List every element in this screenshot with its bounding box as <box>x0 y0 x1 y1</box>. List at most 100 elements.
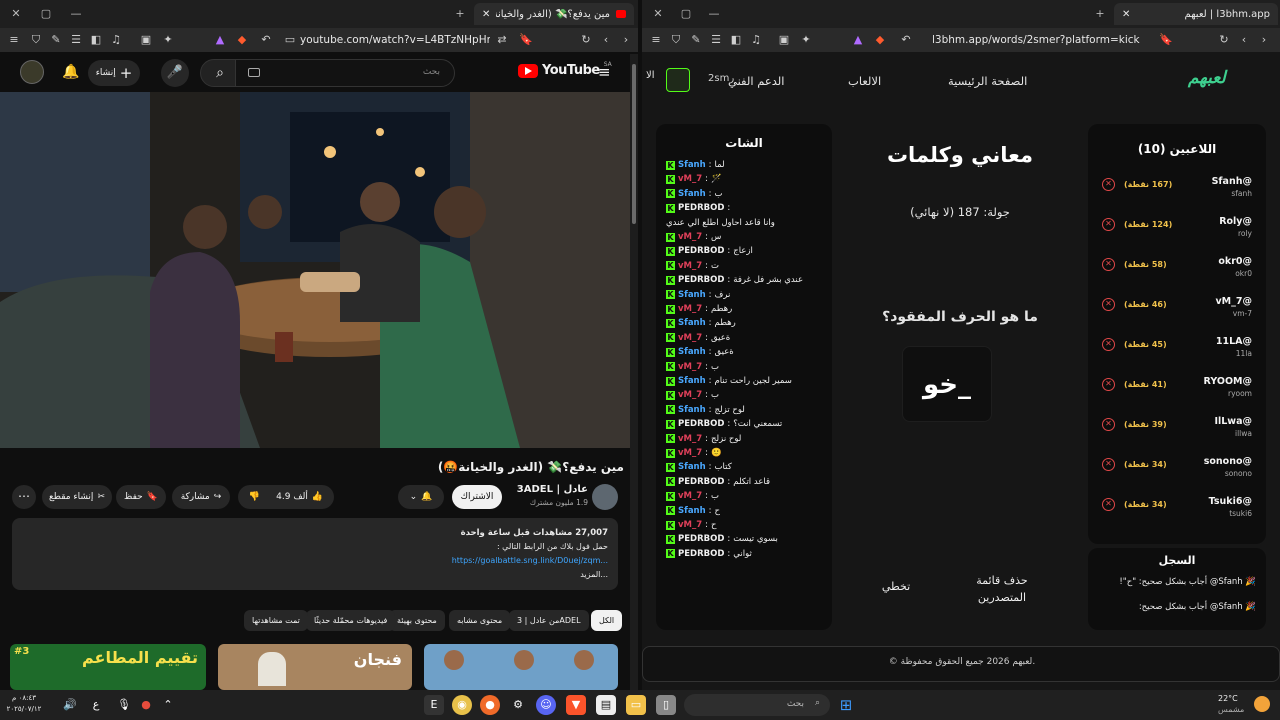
shield-icon[interactable]: ⛉ <box>28 32 44 48</box>
notepad-icon[interactable]: ▤ <box>596 695 616 715</box>
remove-player-icon[interactable]: ✕ <box>1102 298 1115 311</box>
thumbnail-finjan[interactable]: فنجان <box>218 644 412 690</box>
scrollbar-thumb[interactable] <box>632 64 636 224</box>
chevron-up-icon[interactable]: ⌃ <box>158 695 178 715</box>
share-link-icon[interactable]: ⇄ <box>494 32 510 48</box>
chip-all[interactable]: الكل <box>591 610 623 631</box>
address-bar[interactable]: l3bhm.app/words/2smer?platform=kick <box>932 32 1140 48</box>
menu-icon[interactable]: ≡ <box>6 32 22 48</box>
puzzle-icon[interactable]: ✦ <box>798 32 814 48</box>
reload-icon[interactable]: ↻ <box>1216 32 1232 48</box>
chat-username[interactable]: Sfanh <box>678 189 706 199</box>
description-box[interactable]: 27,007 مشاهدات قبل ساعة واحدة حمل فول بل… <box>12 518 618 590</box>
address-bar[interactable]: youtube.com/watch?v=L4BTzNHpHmc <box>300 32 490 48</box>
chat-username[interactable]: PEDRBOD <box>678 534 724 544</box>
brave-shield-icon[interactable]: ◆ <box>872 32 888 48</box>
chat-username[interactable]: vM_7 <box>678 174 702 184</box>
chat-username[interactable]: vM_7 <box>678 520 702 530</box>
chat-username[interactable]: PEDRBOD <box>678 246 724 256</box>
steam-icon[interactable]: ⚙ <box>508 695 528 715</box>
notification-bell-button[interactable]: ⌄ 🔔 <box>398 485 444 509</box>
back-icon[interactable]: ‹ <box>1236 32 1252 48</box>
volume-icon[interactable]: 🔊 <box>60 695 80 715</box>
bookmarks-icon[interactable]: ☰ <box>708 32 724 48</box>
language-indicator[interactable]: ع <box>86 695 106 715</box>
chat-username[interactable]: Sfanh <box>678 405 706 415</box>
maximize-icon[interactable]: ▢ <box>38 6 54 22</box>
new-tab-icon[interactable]: + <box>452 6 468 22</box>
chat-username[interactable]: Sfanh <box>678 318 706 328</box>
tab-l3bhm[interactable]: ✕ لعبهم | l3bhm.app <box>1114 3 1278 25</box>
chat-username[interactable]: vM_7 <box>678 333 702 343</box>
share-button[interactable]: مشاركة ↪ <box>172 485 230 509</box>
chip-from-channel[interactable]: من عادل | 3ADEL <box>509 610 589 631</box>
tab-youtube[interactable]: ✕ مين يدفع؟💸 (الغدر والخيانة🤬) - ... <box>474 3 634 25</box>
microphone-icon[interactable]: 🎙 <box>114 695 134 715</box>
chat-username[interactable]: Sfanh <box>678 462 706 472</box>
maximize-icon[interactable]: ▢ <box>678 6 694 22</box>
epic-games-icon[interactable]: E <box>424 695 444 715</box>
music-icon[interactable]: ♫ <box>108 32 124 48</box>
close-tab-icon[interactable]: ✕ <box>482 9 490 20</box>
nav-support[interactable]: الدعم الفني <box>728 74 784 88</box>
chat-username[interactable]: vM_7 <box>678 448 702 458</box>
nav-home[interactable]: الصفحة الرئيسية <box>948 74 1027 88</box>
nav-games[interactable]: الالعاب <box>848 74 881 88</box>
extension-icon[interactable]: ✎ <box>688 32 704 48</box>
forward-icon[interactable]: › <box>1256 32 1272 48</box>
back-history-icon[interactable]: ↶ <box>898 32 914 48</box>
chat-username[interactable]: Sfanh <box>678 290 706 300</box>
channel-avatar[interactable] <box>592 484 618 510</box>
back-icon[interactable]: ‹ <box>598 32 614 48</box>
chat-username[interactable]: Sfanh <box>678 160 706 170</box>
more-actions-icon[interactable]: ⋯ <box>12 485 36 509</box>
screenshot-icon[interactable]: ▣ <box>776 32 792 48</box>
guide-menu-icon[interactable]: ≡ <box>598 63 611 81</box>
windows-start-icon[interactable]: ⊞ <box>836 695 856 715</box>
bookmark-icon[interactable]: 🔖 <box>1158 32 1174 48</box>
chat-username[interactable]: vM_7 <box>678 491 702 501</box>
taskbar-search[interactable]: بحث ⌕ <box>684 694 830 716</box>
avatar[interactable] <box>20 60 44 84</box>
search-input[interactable]: بحث <box>235 59 455 87</box>
chip-related[interactable]: محتوى بهيئة <box>389 610 445 631</box>
clip-button[interactable]: إنشاء مقطع ✂ <box>42 485 112 509</box>
screenshot-icon[interactable]: ▣ <box>138 32 154 48</box>
remove-player-icon[interactable]: ✕ <box>1102 498 1115 511</box>
skip-button[interactable]: تخطي <box>872 580 920 593</box>
remove-player-icon[interactable]: ✕ <box>1102 458 1115 471</box>
site-logo[interactable]: لعبهم <box>1188 68 1226 88</box>
remove-player-icon[interactable]: ✕ <box>1102 258 1115 271</box>
keyboard-icon[interactable] <box>248 68 260 77</box>
shield-icon[interactable]: ⛉ <box>668 32 684 48</box>
discord-icon[interactable]: ☺ <box>536 695 556 715</box>
user-avatar[interactable] <box>666 68 690 92</box>
show-more-link[interactable]: ...المزيد <box>22 568 608 582</box>
chat-username[interactable]: Sfanh <box>678 506 706 516</box>
bookmarks-icon[interactable]: ☰ <box>68 32 84 48</box>
nav-link-truncated[interactable]: الا <box>646 70 654 81</box>
chat-username[interactable]: vM_7 <box>678 390 702 400</box>
remove-player-icon[interactable]: ✕ <box>1102 338 1115 351</box>
chat-username[interactable]: vM_7 <box>678 434 702 444</box>
save-button[interactable]: حفظ 🔖 <box>116 485 166 509</box>
chat-username[interactable]: PEDRBOD <box>678 419 724 429</box>
chat-username[interactable]: PEDRBOD <box>678 549 724 559</box>
close-window-icon[interactable]: ✕ <box>650 6 666 22</box>
back-history-icon[interactable]: ↶ <box>258 32 274 48</box>
bookmark-icon[interactable]: 🔖 <box>518 32 534 48</box>
chip-watched[interactable]: تمت مشاهدتها <box>244 610 308 631</box>
description-link[interactable]: https://goalbattle.sng.link/D0uej/zqm... <box>22 554 608 568</box>
minimize-icon[interactable]: — <box>706 6 722 22</box>
thumbnail-restaurants[interactable]: #3 تقييم المطاعم <box>10 644 206 690</box>
create-button[interactable]: إنشاء + <box>88 60 140 86</box>
chat-username[interactable]: vM_7 <box>678 304 702 314</box>
weather-widget[interactable]: 22°C مشمس <box>1218 693 1254 715</box>
like-icon[interactable]: 👍 <box>312 492 323 502</box>
chat-username[interactable]: vM_7 <box>678 232 702 242</box>
clock[interactable]: ٠٨:٤٣ م ٢٠٢٥/٠٧/١٢ <box>6 693 42 715</box>
channel-info[interactable]: عادل | 3ADEL 1.9 مليون مشترك <box>516 484 588 507</box>
menu-icon[interactable]: ≡ <box>648 32 664 48</box>
brave-shield-icon[interactable]: ◆ <box>234 32 250 48</box>
music-icon[interactable]: ♫ <box>748 32 764 48</box>
